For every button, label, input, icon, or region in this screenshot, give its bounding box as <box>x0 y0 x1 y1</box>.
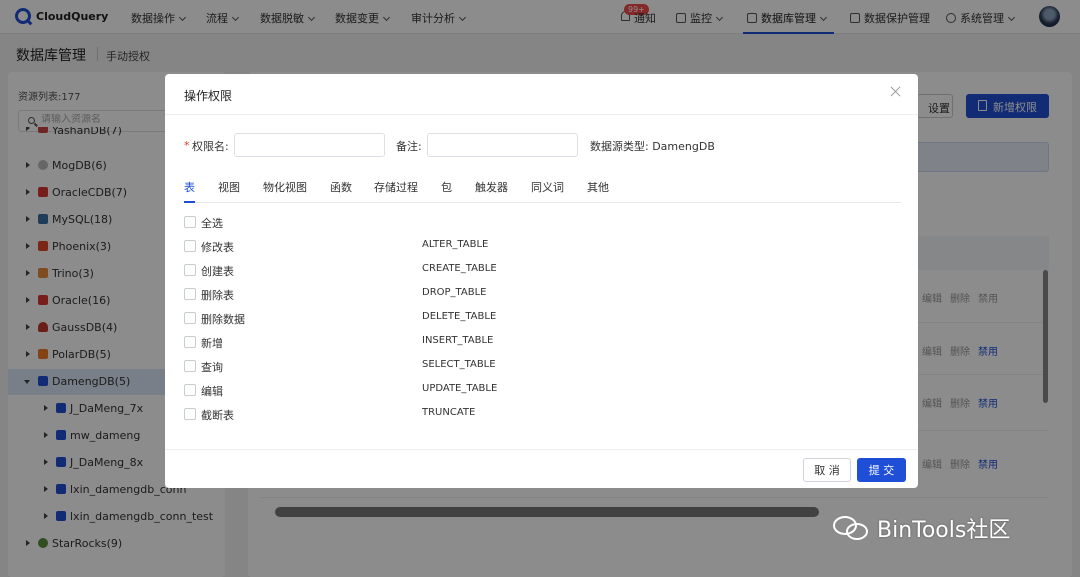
permission-name: 创建表 <box>201 265 234 278</box>
permission-code: SELECT_TABLE <box>422 359 496 370</box>
permission-row[interactable]: 修改表 ALTER_TABLE <box>184 239 884 255</box>
permission-name: 删除表 <box>201 289 234 302</box>
tab-table[interactable]: 表 <box>184 179 195 195</box>
close-icon[interactable] <box>889 85 903 99</box>
permission-code: DROP_TABLE <box>422 287 487 298</box>
permission-name-input[interactable] <box>234 133 385 157</box>
tab-synonym[interactable]: 同义词 <box>531 179 564 195</box>
submit-button[interactable]: 提 交 <box>857 458 906 482</box>
permission-row[interactable]: 创建表 CREATE_TABLE <box>184 263 884 279</box>
tab-materialized-view[interactable]: 物化视图 <box>263 179 307 195</box>
permission-checkbox[interactable] <box>184 408 196 420</box>
dialog-divider <box>165 114 918 115</box>
permission-checkbox[interactable] <box>184 360 196 372</box>
remark-input[interactable] <box>427 133 578 157</box>
wechat-icon <box>833 514 871 542</box>
permission-row[interactable]: 删除数据 DELETE_TABLE <box>184 311 884 327</box>
permission-checkbox[interactable] <box>184 384 196 396</box>
permission-checkbox[interactable] <box>184 240 196 252</box>
tab-function[interactable]: 函数 <box>330 179 352 195</box>
select-all-label: 全选 <box>201 217 223 230</box>
permission-name: 新增 <box>201 337 223 350</box>
permission-row[interactable]: 编辑 UPDATE_TABLE <box>184 383 884 399</box>
cancel-button[interactable]: 取 消 <box>803 458 851 482</box>
permission-row[interactable]: 新增 INSERT_TABLE <box>184 335 884 351</box>
permission-name: 修改表 <box>201 241 234 254</box>
tab-other[interactable]: 其他 <box>587 179 609 195</box>
permission-name: 编辑 <box>201 385 223 398</box>
tab-stored-procedure[interactable]: 存储过程 <box>374 179 418 195</box>
dialog-footer-divider <box>165 449 918 450</box>
permission-code: INSERT_TABLE <box>422 335 494 346</box>
remark-label: 备注: <box>396 140 422 153</box>
permission-name: 截断表 <box>201 409 234 422</box>
permission-code: DELETE_TABLE <box>422 311 497 322</box>
permission-code: UPDATE_TABLE <box>422 383 498 394</box>
select-all-checkbox[interactable] <box>184 216 196 228</box>
permission-name: 查询 <box>201 361 223 374</box>
watermark-text: BinTools社区 <box>877 518 1011 543</box>
operation-permission-dialog: 操作权限 * 权限名: 备注: 数据源类型: DamengDB 表 视图 物化视… <box>165 74 918 488</box>
datasource-type: 数据源类型: DamengDB <box>590 140 715 153</box>
permission-checkbox[interactable] <box>184 336 196 348</box>
select-all-row[interactable]: 全选 <box>184 215 884 231</box>
dialog-title: 操作权限 <box>184 89 233 103</box>
permission-checkbox[interactable] <box>184 288 196 300</box>
permission-name: 删除数据 <box>201 313 245 326</box>
tab-package[interactable]: 包 <box>441 179 452 195</box>
permission-row[interactable]: 查询 SELECT_TABLE <box>184 359 884 375</box>
permission-code: TRUNCATE <box>422 407 476 418</box>
object-type-tabs: 表 视图 物化视图 函数 存储过程 包 触发器 同义词 其他 <box>184 179 901 203</box>
active-tab-indicator <box>184 201 195 203</box>
permission-checkbox[interactable] <box>184 264 196 276</box>
permission-row[interactable]: 截断表 TRUNCATE <box>184 407 884 423</box>
permission-code: ALTER_TABLE <box>422 239 489 250</box>
required-asterisk: * <box>184 139 190 152</box>
permission-code: CREATE_TABLE <box>422 263 497 274</box>
tab-trigger[interactable]: 触发器 <box>475 179 508 195</box>
tab-view[interactable]: 视图 <box>218 179 240 195</box>
permission-row[interactable]: 删除表 DROP_TABLE <box>184 287 884 303</box>
permission-checkbox[interactable] <box>184 312 196 324</box>
watermark: BinTools社区 <box>833 512 1010 544</box>
permission-name-label: 权限名: <box>192 140 229 153</box>
